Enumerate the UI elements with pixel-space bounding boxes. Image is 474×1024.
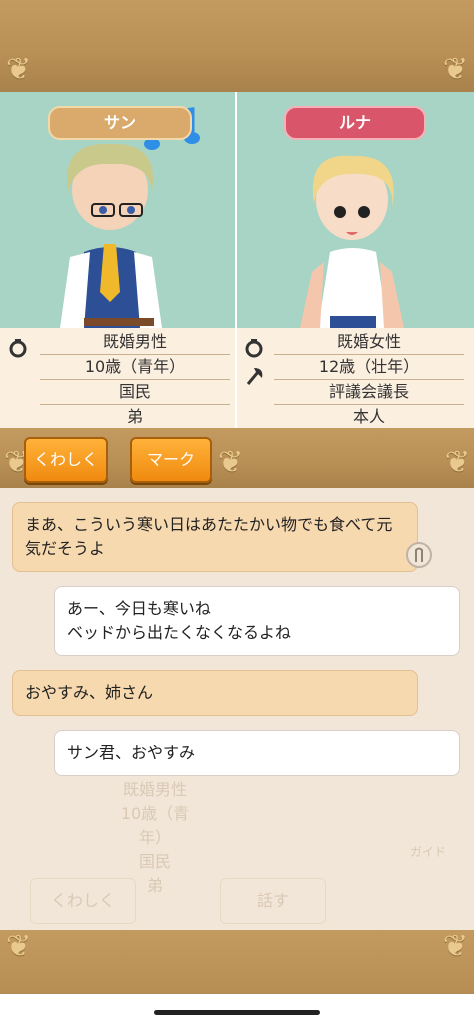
left-info-relation: 弟 — [40, 405, 230, 430]
left-character-portrait — [60, 143, 162, 328]
right-info-age: 12歳（壮年） — [274, 355, 464, 380]
ornament-center: ❦ — [218, 445, 244, 480]
details-button[interactable]: くわしく — [24, 437, 108, 483]
chat-bubble-left: おやすみ、姉さん — [12, 670, 418, 716]
mark-button[interactable]: マーク — [130, 437, 212, 483]
chat-area: 既婚男性 10歳（青年） 国民 弟 くわしく 話す ガイド まあ、こういう寒い日… — [0, 488, 474, 930]
left-info-list: 既婚男性 10歳（青年） 国民 弟 — [40, 330, 230, 430]
background-guide-label: ガイド — [410, 845, 447, 859]
chat-bubble-right: あー、今日も寒いね ベッドから出たくなくなるよね — [54, 586, 460, 656]
right-character-portrait — [300, 155, 404, 328]
top-wood-bar: ❦ ❦ — [0, 0, 474, 92]
ornament-right: ❦ — [442, 52, 468, 87]
right-info-status: 既婚女性 — [274, 330, 464, 355]
background-details-button: くわしく — [30, 878, 136, 924]
left-character-name[interactable]: サン — [48, 106, 192, 140]
chat-bubble-left: まあ、こういう寒い日はあたたかい物でも食べて元気だそうよ — [12, 502, 418, 572]
background-info-line: 既婚男性 — [122, 780, 187, 799]
tap-indicator-icon[interactable] — [404, 540, 434, 570]
right-info-relation: 本人 — [274, 405, 464, 430]
ornament-right: ❦ — [442, 929, 468, 964]
ring-icon — [245, 339, 263, 358]
ornament-right: ❦ — [444, 445, 470, 480]
background-info-line: 国民 — [138, 852, 171, 871]
home-indicator-area — [0, 994, 474, 1024]
right-info-list: 既婚女性 12歳（壮年） 評議会議長 本人 — [274, 330, 464, 430]
home-indicator — [154, 1010, 320, 1015]
chat-bubble-right: サン君、おやすみ — [54, 730, 460, 776]
background-info-line: 10歳（青年） — [120, 804, 190, 847]
right-info-role: 評議会議長 — [274, 380, 464, 405]
ring-icon — [9, 339, 27, 358]
left-info-age: 10歳（青年） — [40, 355, 230, 380]
ornament-left: ❦ — [6, 929, 32, 964]
ornament-left: ❦ — [6, 52, 32, 87]
right-character-name[interactable]: ルナ — [284, 106, 426, 140]
axe-icon — [246, 368, 263, 385]
left-info-status: 既婚男性 — [40, 330, 230, 355]
panel-divider — [235, 92, 237, 428]
left-info-role: 国民 — [40, 380, 230, 405]
background-talk-button: 話す — [220, 878, 326, 924]
